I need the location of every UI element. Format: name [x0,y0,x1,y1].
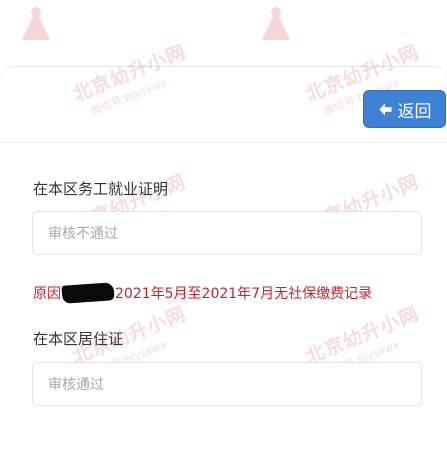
header-divider [0,142,447,143]
rejection-reason-prefix: 原因 [33,286,61,302]
redaction-mark [61,282,115,304]
work-certificate-status-field: 审核不通过 [32,211,422,255]
residence-permit-label: 在本区居住证 [33,330,124,348]
work-certificate-status: 审核不通过 [48,226,118,242]
rejection-reason: 原因 2021年5月至2021年7月无社保缴费记录 [33,282,373,304]
back-button[interactable]: 返回 [363,90,446,128]
residence-permit-status-field: 审核通过 [32,362,422,406]
work-certificate-label: 在本区务工就业证明 [33,180,169,198]
residence-permit-status: 审核通过 [48,377,104,393]
watermark-logo-icon [262,7,290,40]
arrow-left-icon [378,102,392,116]
rejection-reason-text: 2021年5月至2021年7月无社保缴费记录 [115,286,373,302]
back-button-label: 返回 [397,101,432,122]
watermark-logo-icon [22,7,50,40]
